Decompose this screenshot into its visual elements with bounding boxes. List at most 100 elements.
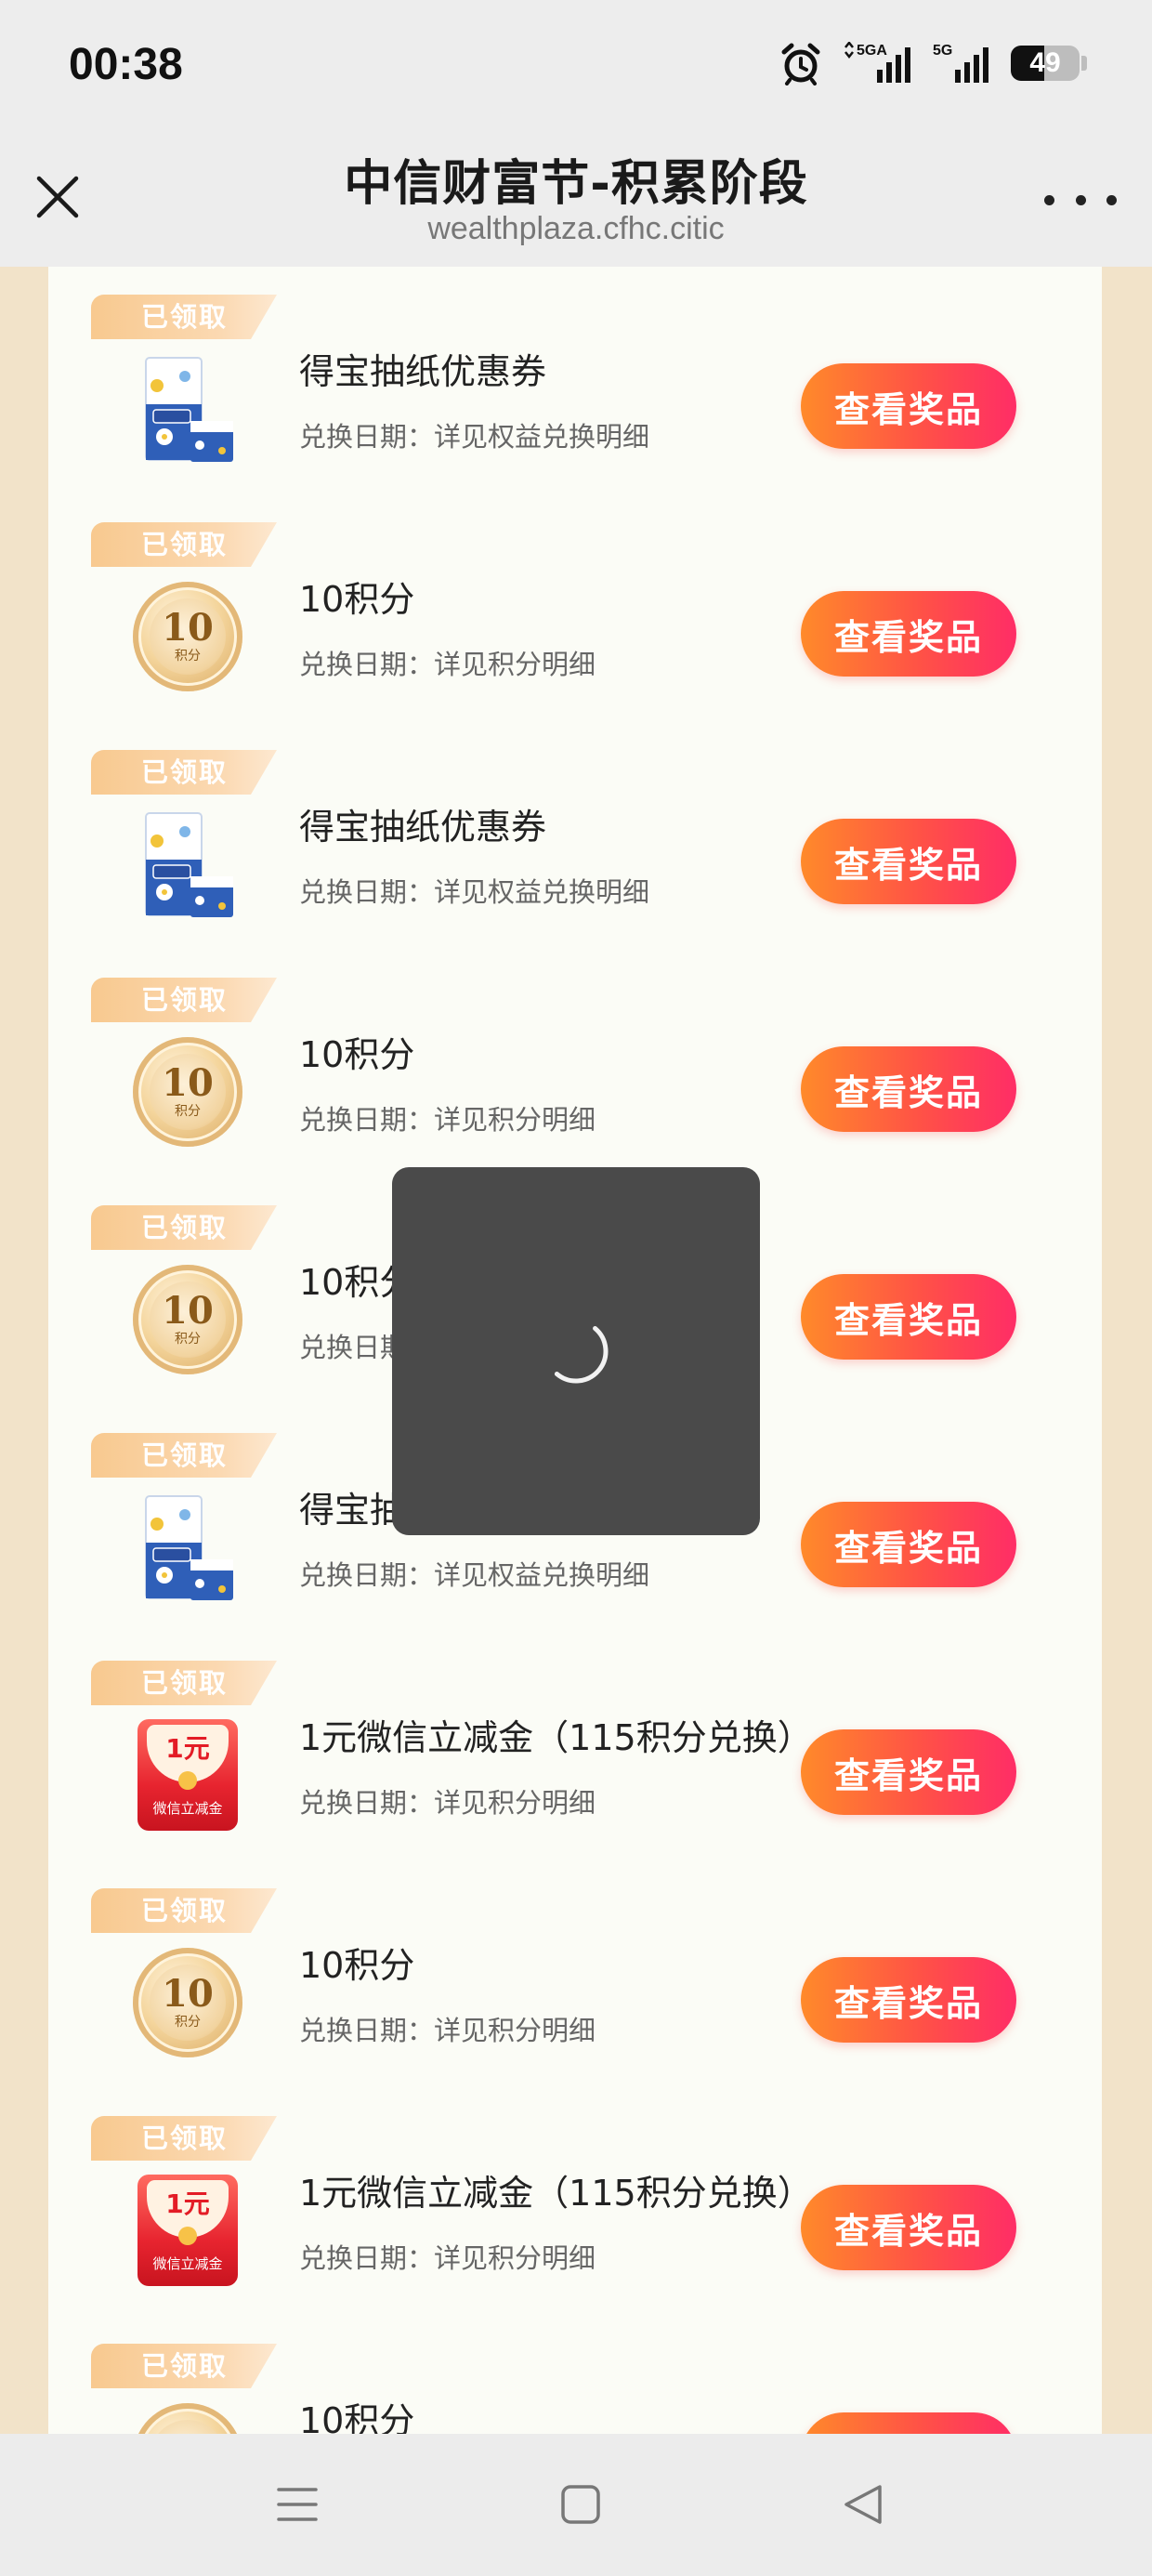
prize-item: 已领取10积分10积分兑换日期：详见积分明细查看奖品 <box>48 950 1102 1177</box>
view-prize-button[interactable]: 查看奖品 <box>801 591 1016 677</box>
view-prize-button[interactable]: 查看奖品 <box>801 363 1016 449</box>
coin-inner: 10积分 <box>150 598 226 675</box>
prize-image <box>123 348 253 469</box>
prize-name: 1元微信立减金（115积分兑换） <box>299 2173 813 2214</box>
prize-name: 10积分 <box>299 2400 415 2434</box>
claimed-tag: 已领取 <box>91 295 277 339</box>
page-url: wealthplaza.cfhc.citic <box>427 211 725 246</box>
redeem-date: 兑换日期：详见积分明细 <box>299 649 596 680</box>
coin-label: 积分 <box>175 649 201 664</box>
status-bar: 00:38 5GA 5G 49 <box>0 0 1152 135</box>
redeem-date: 兑换日期：详见积分明细 <box>299 2015 596 2046</box>
side-border-left <box>0 267 48 2434</box>
prize-name: 1元微信立减金（115积分兑换） <box>299 1717 813 1758</box>
envelope-seal <box>178 2227 197 2245</box>
prize-image: 1元微信立减金 <box>123 2170 253 2291</box>
prize-item: 已领取10积分10积分兑换日期：详见积分明细查看奖品 <box>48 1860 1102 2088</box>
claimed-tag: 已领取 <box>91 2116 277 2161</box>
prize-name: 得宝抽纸优惠券 <box>299 807 547 848</box>
view-prize-button[interactable]: 查看奖品 <box>801 1502 1016 1587</box>
prize-item: 已领取10积分10积分兑换日期：详见积分明细查看奖品 <box>48 494 1102 722</box>
prize-image: 1元微信立减金 <box>123 1715 253 1835</box>
coin-label: 积分 <box>175 1332 201 1347</box>
claimed-tag: 已领取 <box>91 522 277 567</box>
coin-icon: 10积分 <box>133 1265 242 1374</box>
prize-item: 已领取 10积分 10积分 <box>48 2316 1102 2434</box>
coin-label: 积分 <box>175 2015 201 2030</box>
redeem-date: 兑换日期：详见积分明细 <box>299 2242 596 2274</box>
claimed-tag: 已领取 <box>91 1205 277 1250</box>
view-prize-button[interactable] <box>801 2412 1016 2434</box>
view-prize-button[interactable]: 查看奖品 <box>801 819 1016 904</box>
alarm-icon <box>781 43 820 85</box>
prize-item: 已领取 1元 微信立减金 1元微信立减金（115积分兑换） 兑换日期：详见积分明细 查看奖… <box>48 1633 1102 1860</box>
coin-inner: 10积分 <box>150 1054 226 1130</box>
red-envelope-icon: 1元微信立减金 <box>137 2175 238 2286</box>
coin-label: 积分 <box>175 1104 201 1119</box>
view-prize-button[interactable]: 查看奖品 <box>801 1274 1016 1360</box>
signal-icon: 5GA <box>844 42 910 83</box>
loading-toast <box>392 1167 760 1535</box>
envelope-seal <box>178 1771 197 1790</box>
more-button[interactable] <box>1044 181 1117 218</box>
prize-name: 10积分 <box>299 1945 415 1986</box>
tissue-icon <box>145 812 233 917</box>
redeem-date: 兑换日期：详见权益兑换明细 <box>299 876 650 908</box>
page-title: 中信财富节-积累阶段 <box>344 156 808 212</box>
title-bar: 中信财富节-积累阶段 wealthplaza.cfhc.citic <box>0 135 1152 267</box>
spinner-icon <box>554 1325 609 1384</box>
tissue-icon <box>145 357 233 462</box>
side-border-right <box>1102 267 1152 2434</box>
back-icon <box>844 2485 882 2524</box>
prize-name: 10积分 <box>299 1034 415 1075</box>
prize-item: 已领取得宝抽纸优惠券兑换日期：详见权益兑换明细 查看奖品 <box>48 267 1102 494</box>
battery-tip <box>1081 56 1087 71</box>
more-icon-dot <box>1075 194 1086 205</box>
prize-image: 10积分 <box>123 1942 253 2063</box>
claimed-tag: 已领取 <box>91 1888 277 1933</box>
navigation-bar <box>0 2434 1152 2576</box>
prize-image: 10积分 <box>123 1259 253 1380</box>
prize-item: 已领取 1元微信立减金 1元微信立减金（115积分兑换） 兑换日期：详见积分明细 查看奖… <box>48 2088 1102 2316</box>
prize-image <box>123 1487 253 1608</box>
view-prize-button[interactable]: 查看奖品 <box>801 1729 1016 1815</box>
prize-image: 10积分 <box>123 1032 253 1152</box>
claimed-tag: 已领取 <box>91 978 277 1022</box>
view-prize-button[interactable]: 查看奖品 <box>801 2185 1016 2270</box>
coin-number: 10 <box>162 1972 214 2016</box>
coin-number: 10 <box>162 606 214 650</box>
coin-icon: 10积分 <box>133 2403 242 2434</box>
coin-number: 10 <box>162 1061 214 1105</box>
menu-icon <box>277 2488 318 2521</box>
menu-button[interactable] <box>260 2471 334 2538</box>
coin-icon: 10积分 <box>133 1948 242 2057</box>
prize-name: 10积分 <box>299 579 415 620</box>
more-icon-dot <box>1044 194 1054 205</box>
claimed-tag: 已领取 <box>91 1661 277 1705</box>
envelope-label: 微信立减金 <box>152 1800 223 1817</box>
battery-icon: 49 <box>1011 46 1080 81</box>
status-icons: 5GA 5G 49 <box>779 41 1087 85</box>
prize-name: 得宝抽纸优惠券 <box>299 351 547 392</box>
more-icon-dot <box>1106 194 1117 205</box>
home-icon <box>561 2485 600 2524</box>
network-label-2: 5G <box>933 43 952 59</box>
envelope-amount: 1元 <box>165 1733 210 1764</box>
coin-icon: 10积分 <box>133 1037 242 1147</box>
prize-image <box>123 804 253 925</box>
view-prize-button[interactable]: 查看奖品 <box>801 1046 1016 1132</box>
network-label-1: 5GA <box>857 43 887 59</box>
home-button[interactable] <box>543 2471 618 2538</box>
battery-percentage: 49 <box>1029 47 1061 78</box>
envelope-label: 微信立减金 <box>152 2255 223 2272</box>
redeem-date: 兑换日期：详见权益兑换明细 <box>299 1559 650 1591</box>
view-prize-button[interactable]: 查看奖品 <box>801 1957 1016 2043</box>
tissue-icon <box>145 1495 233 1600</box>
claimed-tag: 已领取 <box>91 2344 277 2388</box>
red-envelope-icon: 1元微信立减金 <box>137 1719 238 1831</box>
back-button[interactable] <box>827 2471 901 2538</box>
coin-inner: 10积分 <box>150 1281 226 1358</box>
claimed-tag: 已领取 <box>91 1433 277 1478</box>
envelope-amount: 1元 <box>165 2188 210 2219</box>
claimed-tag: 已领取 <box>91 750 277 795</box>
